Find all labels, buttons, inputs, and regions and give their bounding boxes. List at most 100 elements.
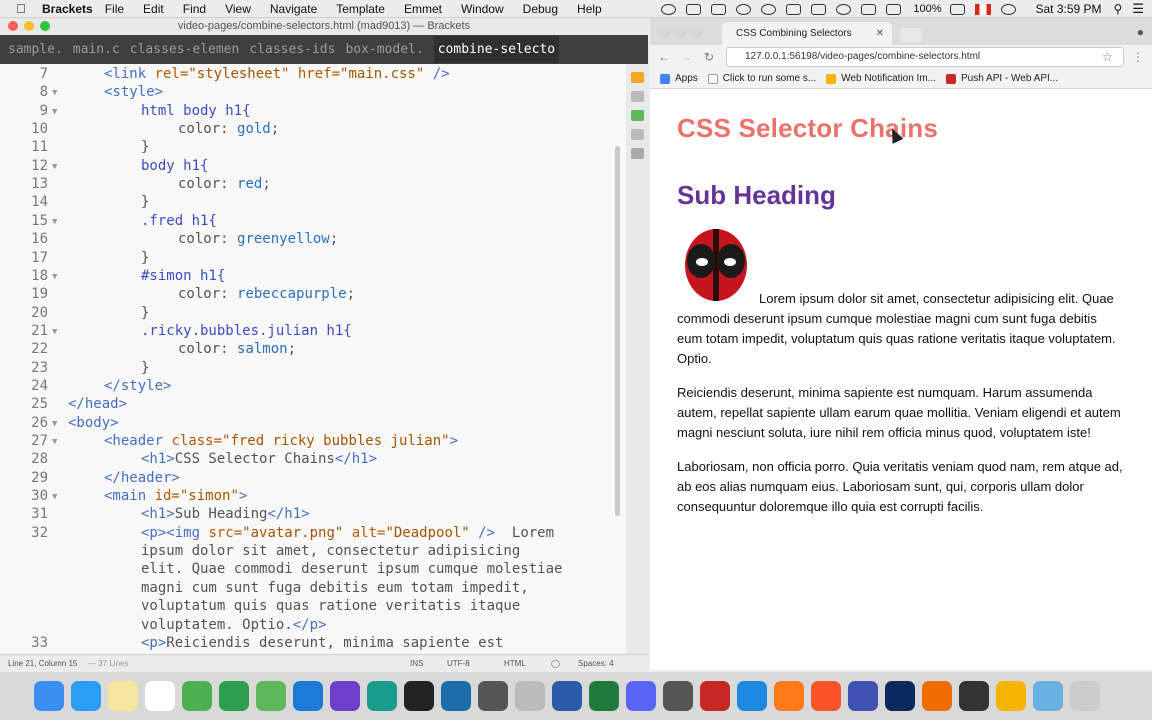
calculator-icon[interactable] xyxy=(478,681,508,711)
minimize-window-button[interactable] xyxy=(24,21,34,31)
extension-icon[interactable] xyxy=(630,110,644,121)
address-bar[interactable]: 127.0.0.1:56198/video-pages/combine-sele… xyxy=(726,47,1124,67)
fold-toggle-icon[interactable]: ▼ xyxy=(52,327,57,337)
browser-tab[interactable]: CSS Combining Selectors ✕ xyxy=(722,22,892,45)
code-line[interactable]: color: gold; xyxy=(178,121,279,137)
new-tab-button[interactable] xyxy=(900,28,922,42)
display-icon[interactable] xyxy=(811,3,827,15)
fold-toggle-icon[interactable]: ▼ xyxy=(52,88,57,98)
code-line[interactable]: body h1{ xyxy=(141,158,208,174)
close-window-button[interactable] xyxy=(660,28,670,38)
sublime-icon[interactable] xyxy=(663,681,693,711)
linter-status-icon[interactable]: ◯ xyxy=(551,659,560,668)
tray-app-icon[interactable] xyxy=(711,3,727,15)
chrome-icon[interactable] xyxy=(182,681,212,711)
apple-icon[interactable]:  xyxy=(10,1,32,16)
notification-center-icon[interactable]: ☰ xyxy=(1132,1,1144,17)
profile-icon[interactable]: ● xyxy=(1137,25,1144,39)
code-line[interactable]: color: greenyellow; xyxy=(178,231,338,247)
code-line[interactable]: } xyxy=(141,250,149,266)
photoshop-icon[interactable] xyxy=(885,681,915,711)
menu-debug[interactable]: Debug xyxy=(523,2,558,16)
code-line[interactable]: color: rebeccapurple; xyxy=(178,286,355,302)
file-tab-active[interactable]: combine-selecto xyxy=(433,36,560,63)
fold-toggle-icon[interactable]: ▼ xyxy=(52,492,57,502)
browser-icon[interactable] xyxy=(848,681,878,711)
tray-app-icon[interactable] xyxy=(786,3,802,15)
back-icon[interactable]: ← xyxy=(658,50,670,64)
sourcetree-icon[interactable] xyxy=(256,681,286,711)
github-icon[interactable] xyxy=(330,681,360,711)
folder-icon[interactable] xyxy=(1033,681,1063,711)
terminal-icon[interactable] xyxy=(404,681,434,711)
close-window-button[interactable] xyxy=(8,21,18,31)
code-line[interactable]: #simon h1{ xyxy=(141,268,225,284)
volume-icon[interactable] xyxy=(886,3,902,15)
menu-view[interactable]: View xyxy=(225,2,251,16)
encoding-select[interactable]: UTF-8 xyxy=(447,659,470,668)
chrome-canary-icon[interactable] xyxy=(996,681,1026,711)
pen-icon[interactable] xyxy=(922,681,952,711)
canada-flag-icon[interactable] xyxy=(974,3,991,15)
gitkraken-icon[interactable] xyxy=(367,681,397,711)
code-line[interactable]: .ricky.bubbles.julian h1{ xyxy=(141,323,352,339)
file-tab[interactable]: main.c xyxy=(73,42,120,57)
bookmark-item[interactable]: Push API - Web API... xyxy=(946,73,1058,84)
menu-edit[interactable]: Edit xyxy=(143,2,164,16)
code-line[interactable]: <style> xyxy=(104,84,163,100)
brave-icon[interactable] xyxy=(811,681,841,711)
code-line[interactable]: } xyxy=(141,139,149,155)
filezilla-icon[interactable] xyxy=(700,681,730,711)
code-line[interactable]: } xyxy=(141,305,149,321)
code-line[interactable]: </header> xyxy=(104,470,180,486)
code-line[interactable]: .fred h1{ xyxy=(141,213,217,229)
code-line[interactable]: <p>Reiciendis deserunt, minima sapiente … xyxy=(141,635,503,651)
safari-icon[interactable] xyxy=(737,681,767,711)
code-line[interactable]: <header class="fred ricky bubbles julian… xyxy=(104,433,458,449)
menu-help[interactable]: Help xyxy=(577,2,602,16)
fold-toggle-icon[interactable]: ▼ xyxy=(52,437,57,447)
lightbulb-icon[interactable] xyxy=(630,148,644,159)
tray-app-icon[interactable] xyxy=(736,3,752,15)
code-line[interactable]: color: salmon; xyxy=(178,341,296,357)
insert-mode-toggle[interactable]: INS xyxy=(410,659,423,668)
brackets-icon[interactable] xyxy=(441,681,471,711)
fold-toggle-icon[interactable]: ▼ xyxy=(52,419,57,429)
obs-icon[interactable] xyxy=(959,681,989,711)
bluetooth-icon[interactable] xyxy=(861,3,877,15)
fold-toggle-icon[interactable]: ▼ xyxy=(52,272,57,282)
excel-icon[interactable] xyxy=(589,681,619,711)
code-line[interactable]: <h1>CSS Selector Chains</h1> xyxy=(141,451,377,467)
trash-icon[interactable] xyxy=(1070,681,1100,711)
code-line[interactable]: <body> xyxy=(68,415,119,431)
code-line[interactable]: html body h1{ xyxy=(141,103,251,119)
battery-icon[interactable] xyxy=(949,3,965,15)
fold-toggle-icon[interactable]: ▼ xyxy=(52,217,57,227)
xcode-icon[interactable] xyxy=(293,681,323,711)
sequel-icon[interactable] xyxy=(515,681,545,711)
wifi-icon[interactable] xyxy=(836,3,852,15)
menu-navigate[interactable]: Navigate xyxy=(270,2,317,16)
code-line[interactable]: color: red; xyxy=(178,176,271,192)
file-tab[interactable]: classes-elemen xyxy=(130,42,240,57)
menu-emmet[interactable]: Emmet xyxy=(404,2,442,16)
discord-icon[interactable] xyxy=(626,681,656,711)
zoom-window-button[interactable] xyxy=(40,21,50,31)
menu-template[interactable]: Template xyxy=(336,2,385,16)
code-line[interactable]: <h1>Sub Heading</h1> xyxy=(141,506,310,522)
tray-app-icon[interactable] xyxy=(686,3,702,15)
leaf-icon[interactable] xyxy=(219,681,249,711)
tray-app-icon[interactable] xyxy=(661,3,677,15)
code-line[interactable]: <link rel="stylesheet" href="main.css" /… xyxy=(104,66,450,82)
code-line[interactable]: <p><img src="avatar.png" alt="Deadpool" … xyxy=(141,525,554,541)
extension-manager-icon[interactable] xyxy=(630,91,644,102)
zoom-window-button[interactable] xyxy=(692,28,702,38)
fold-toggle-icon[interactable]: ▼ xyxy=(52,107,57,117)
code-area[interactable]: 7 <link rel="stylesheet" href="main.css" … xyxy=(0,64,622,654)
indent-spaces[interactable]: Spaces: 4 xyxy=(578,659,614,668)
code-line[interactable]: } xyxy=(141,360,149,376)
notes-icon[interactable] xyxy=(108,681,138,711)
finder-icon[interactable] xyxy=(34,681,64,711)
spotlight-search-icon[interactable]: ⚲ xyxy=(1114,2,1123,16)
code-line[interactable]: ipsum dolor sit amet, consectetur adipis… xyxy=(141,543,520,559)
